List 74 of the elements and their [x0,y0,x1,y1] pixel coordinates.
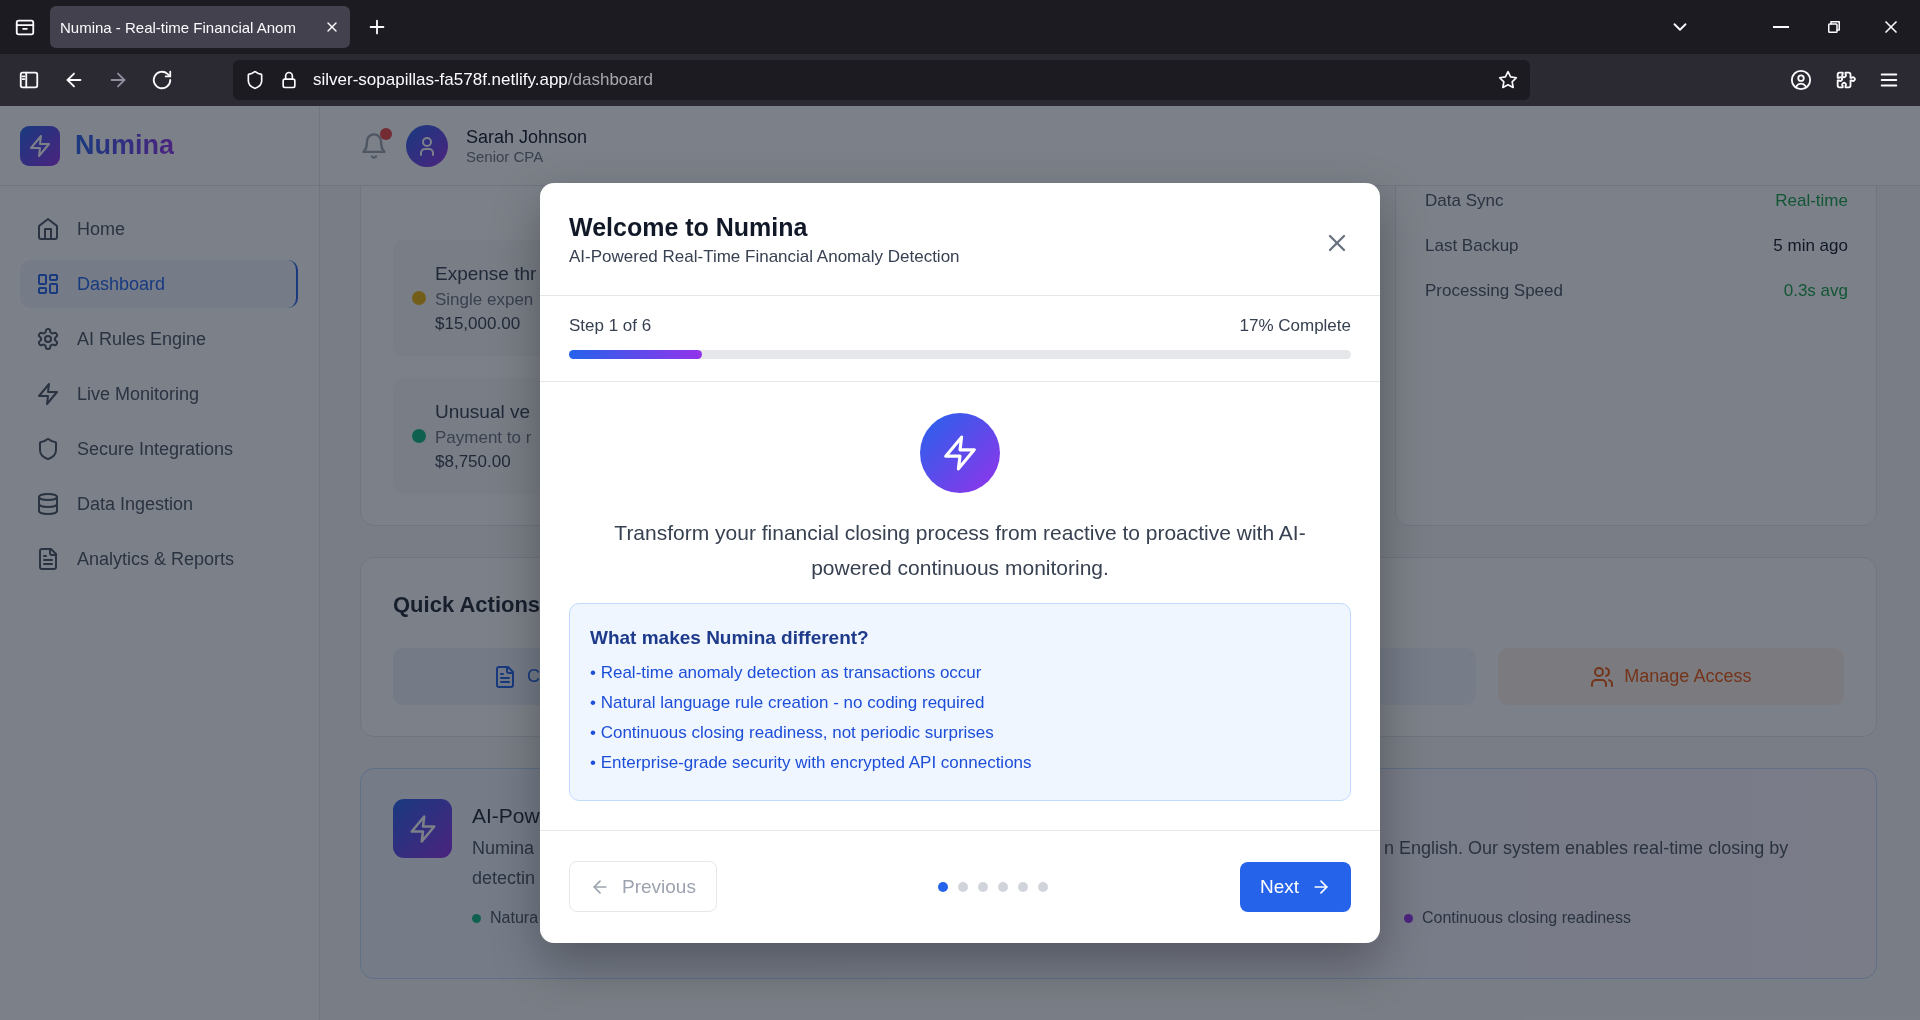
avatar[interactable] [406,124,448,167]
step-dot[interactable] [998,881,1009,892]
card-title: AI-Pow [472,803,540,829]
user-role: Senior CPA [466,147,545,165]
alert-title: Expense thr [435,261,537,286]
step-dot[interactable] [1018,881,1029,892]
notification-dot [380,127,392,140]
gear-icon [36,327,60,351]
status-value: 0.3s avg [1783,280,1848,301]
sidebar-item[interactable]: Home [20,205,298,253]
lightning-icon [28,133,52,158]
status-value: 5 min ago [1773,235,1848,256]
user-name: Sarah Johnson [466,126,588,148]
shield-icon [36,437,60,461]
reload-button[interactable] [151,69,173,91]
lightning-icon [36,382,60,406]
alert-description: Payment to r [435,426,532,449]
sidebar-item[interactable]: Dashboard [20,260,298,308]
restore-icon [1825,18,1843,36]
minimize-icon [1773,26,1789,28]
next-button[interactable]: Next [1239,861,1351,912]
lock-icon [279,70,299,90]
feature-description: detectin [472,867,536,890]
alert-description: Single expen [435,288,535,311]
puzzle-icon [1834,69,1856,91]
sidebar-item[interactable]: Data Ingestion [20,480,298,528]
step-dot[interactable] [958,881,969,892]
status-label: Data Sync [1425,190,1504,211]
account-button[interactable] [1790,69,1812,91]
step-dot[interactable] [978,881,989,892]
step-label: Step 1 of 6 [569,316,652,336]
sidebar-item[interactable]: AI Rules Engine [20,315,298,363]
feature-bullet: Natura [490,909,539,927]
intro-text: Transform your financial closing process from reactive to proactive with AI-powered continuous monitoring. [613,520,1307,581]
alert-title: Unusual ve [435,399,532,424]
restore-button[interactable] [1825,18,1843,36]
sidebar-item[interactable]: Analytics & Reports [20,535,298,583]
step-dot[interactable] [1038,881,1049,892]
status-label: Last Backup [1425,235,1519,256]
alert-amount: $8,750.00 [435,450,512,473]
dashboard-icon [36,272,60,296]
sidebar-icon [18,69,40,91]
bell-icon [360,131,388,160]
card-title: Quick Actions [393,591,542,619]
sidebar-item[interactable]: Live Monitoring [20,370,298,418]
feature-bullet: • Continuous closing readiness, not periodic surprises [590,722,995,744]
dialog-subtitle: AI-Powered Real-Time Financial Anomaly Detection [569,246,960,268]
sidebar-item[interactable]: Secure Integrations [20,425,298,473]
home-icon [36,217,60,241]
info-box-title: What makes Numina different? [590,626,870,650]
extensions-button[interactable] [1834,69,1856,91]
account-icon [1790,69,1812,91]
status-label: Processing Speed [1425,280,1563,301]
lightning-icon [941,434,979,472]
address-bar[interactable]: silver-sopapillas-fa578f.netlify.app/dashboard [233,60,1530,100]
feature-bullet: • Natural language rule creation - no coding required [590,692,986,714]
shield-icon [245,70,265,90]
status-value: Real-time [1775,190,1848,211]
browser-tab[interactable]: Numina - Real-time Financial Anom [50,6,350,48]
database-icon [36,492,60,516]
dialog-title: Welcome to Numina [569,212,809,243]
feature-description: n English. Our system enables real-time closing by [1384,837,1789,860]
step-dot[interactable] [938,881,949,892]
feature-description: Numina [472,837,535,860]
document-icon [36,547,60,571]
lightning-icon [407,813,438,844]
reload-icon [151,69,173,91]
progress-percent: 17% Complete [1239,316,1351,336]
star-icon[interactable] [1498,70,1518,90]
feature-bullet: • Real-time anomaly detection as transactions occur [590,662,983,684]
sidebar-toggle-button[interactable] [18,69,40,91]
feature-bullet: • Enterprise-grade security with encrypted API connections [590,752,1033,774]
feature-bullet: Continuous closing readiness [1422,909,1631,927]
alert-amount: $15,000.00 [435,312,522,335]
